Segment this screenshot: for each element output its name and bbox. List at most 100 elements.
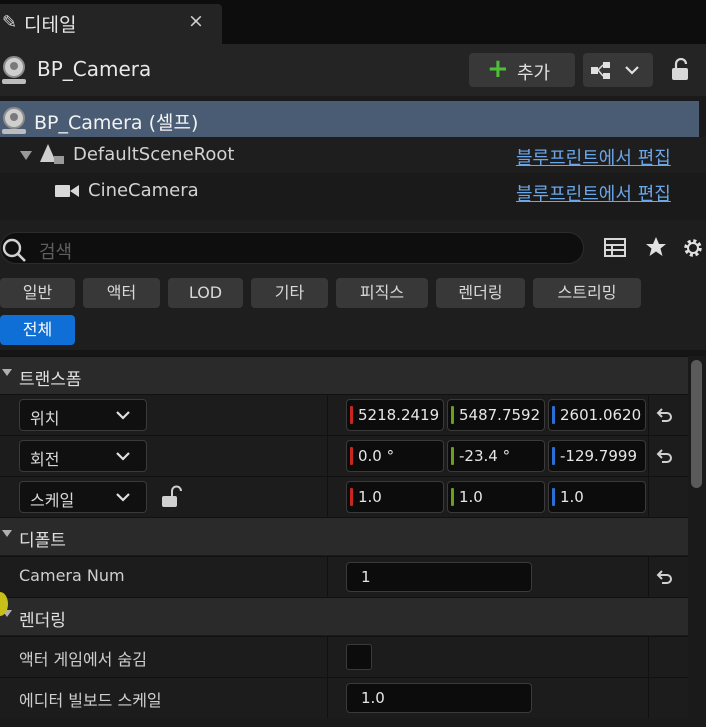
column-divider [648, 436, 649, 476]
scale-x-field[interactable]: 1.0 [346, 481, 444, 513]
column-divider [327, 557, 328, 597]
field-value: 1.0 [358, 488, 382, 506]
tree-item-cine-camera[interactable]: CineCamera 블루프린트에서 편집 [0, 173, 706, 209]
scrollbar-thumb[interactable] [691, 360, 702, 488]
field-value: -23.4 ° [459, 447, 511, 465]
actor-name: BP_Camera [37, 57, 152, 81]
actor-icon [3, 56, 25, 78]
rotation-x-field[interactable]: 0.0 ° [346, 440, 444, 472]
edit-in-blueprint-link[interactable]: 블루프린트에서 편집 [516, 180, 671, 206]
unlock-icon[interactable] [160, 485, 182, 509]
lock-icon[interactable] [670, 58, 694, 82]
filter-misc[interactable]: 기타 [251, 278, 328, 308]
tab-bar: ✎ 디테일 × [0, 0, 706, 44]
property-row-billboard-scale: 에디터 빌보드 스케일 1.0 [0, 677, 688, 718]
column-divider [327, 678, 328, 718]
tab-details[interactable]: ✎ 디테일 × [0, 4, 222, 44]
collapse-arrow-icon[interactable] [19, 149, 33, 161]
rotation-mode-dropdown[interactable]: 회전 [19, 440, 147, 472]
location-x-field[interactable]: 5218.2419 [346, 399, 444, 431]
z-axis-marker [552, 406, 555, 424]
field-value: -129.7999 [560, 447, 637, 465]
camera-icon [55, 185, 79, 197]
y-axis-marker [451, 488, 454, 506]
search-input[interactable]: 검색 [0, 232, 584, 264]
chevron-down-icon [116, 493, 130, 502]
tree-item-default-scene-root[interactable]: DefaultSceneRoot 블루프린트에서 편집 [0, 137, 706, 173]
x-axis-marker [350, 488, 353, 506]
location-mode-dropdown[interactable]: 위치 [19, 399, 147, 431]
tree-item-self[interactable]: BP_Camera (셀프) [0, 101, 699, 137]
property-row-hide-in-game: 액터 게임에서 숨김 [0, 636, 688, 677]
column-divider [327, 477, 328, 517]
filter-physics[interactable]: 피직스 [336, 278, 428, 308]
table-view-icon[interactable] [604, 237, 626, 259]
location-y-field[interactable]: 5487.7592 [447, 399, 545, 431]
scale-mode-dropdown[interactable]: 스케일 [19, 481, 147, 513]
y-axis-marker [451, 406, 454, 424]
property-label: Camera Num [19, 566, 125, 585]
property-row-location: 위치 5218.2419 5487.7592 2601.0620 [0, 394, 688, 435]
section-transform[interactable]: 트랜스폼 [0, 356, 688, 394]
column-divider [648, 477, 649, 517]
tab-title: 디테일 [24, 14, 77, 36]
chevron-down-icon [116, 411, 130, 420]
section-title: 디폴트 [19, 531, 66, 551]
collapse-arrow-icon[interactable] [2, 530, 12, 537]
filter-lod[interactable]: LOD [168, 278, 243, 308]
blueprint-options-button[interactable] [583, 53, 653, 87]
section-default[interactable]: 디폴트 [0, 517, 688, 555]
field-value: 1 [361, 568, 371, 586]
filter-rendering[interactable]: 렌더링 [436, 278, 525, 308]
edit-icon: ✎ [2, 12, 18, 33]
close-icon[interactable]: × [188, 10, 204, 32]
add-label: 추가 [517, 63, 551, 84]
scale-z-field[interactable]: 1.0 [548, 481, 646, 513]
tree-item-label: BP_Camera (셀프) [34, 112, 199, 134]
field-value: 1.0 [560, 488, 584, 506]
rotation-y-field[interactable]: -23.4 ° [447, 440, 545, 472]
column-divider [648, 395, 649, 435]
x-axis-marker [350, 406, 353, 424]
collapse-arrow-icon[interactable] [2, 369, 12, 376]
actor-icon-base [2, 79, 26, 84]
component-tree: BP_Camera (셀프) DefaultSceneRoot 블루프린트에서 … [0, 96, 706, 220]
edit-in-blueprint-link[interactable]: 블루프린트에서 편집 [516, 144, 671, 170]
filter-all[interactable]: 전체 [0, 315, 75, 345]
settings-gear-icon[interactable] [681, 236, 705, 260]
actor-icon-base [2, 129, 26, 134]
property-row-camera-num: Camera Num 1 [0, 556, 688, 597]
z-axis-marker [552, 447, 555, 465]
property-label: 액터 게임에서 숨김 [19, 650, 147, 669]
reset-to-default-icon[interactable] [654, 405, 674, 425]
filter-streaming[interactable]: 스트리밍 [533, 278, 641, 308]
reset-to-default-icon[interactable] [654, 567, 674, 587]
property-label: 에디터 빌보드 스케일 [19, 691, 162, 710]
field-value: 1.0 [459, 488, 483, 506]
filter-general[interactable]: 일반 [0, 278, 75, 308]
scale-y-field[interactable]: 1.0 [447, 481, 545, 513]
section-rendering[interactable]: 렌더링 [0, 597, 688, 635]
filter-actor[interactable]: 액터 [83, 278, 160, 308]
field-value: 5218.2419 [358, 406, 440, 424]
camera-num-field[interactable]: 1 [346, 562, 532, 592]
column-divider [327, 637, 328, 677]
column-divider [648, 637, 649, 677]
search-icon [2, 238, 26, 262]
rotation-z-field[interactable]: -129.7999 [548, 440, 646, 472]
field-value: 5487.7592 [459, 406, 541, 424]
dropdown-label: 스케일 [30, 491, 75, 510]
details-header: BP_Camera + 추가 [0, 44, 706, 96]
search-area: 검색 일반 액터 LOD 기타 피직스 렌더링 스트리밍 전체 [0, 220, 706, 350]
z-axis-marker [552, 488, 555, 506]
dropdown-label: 위치 [30, 409, 60, 428]
star-icon[interactable] [645, 236, 667, 258]
hierarchy-icon [591, 62, 639, 79]
column-divider [648, 678, 649, 718]
billboard-scale-field[interactable]: 1.0 [346, 683, 532, 713]
location-z-field[interactable]: 2601.0620 [548, 399, 646, 431]
reset-to-default-icon[interactable] [654, 446, 674, 466]
add-component-button[interactable]: + 추가 [469, 53, 575, 87]
field-value: 2601.0620 [560, 406, 642, 424]
hide-in-game-checkbox[interactable] [346, 644, 372, 670]
